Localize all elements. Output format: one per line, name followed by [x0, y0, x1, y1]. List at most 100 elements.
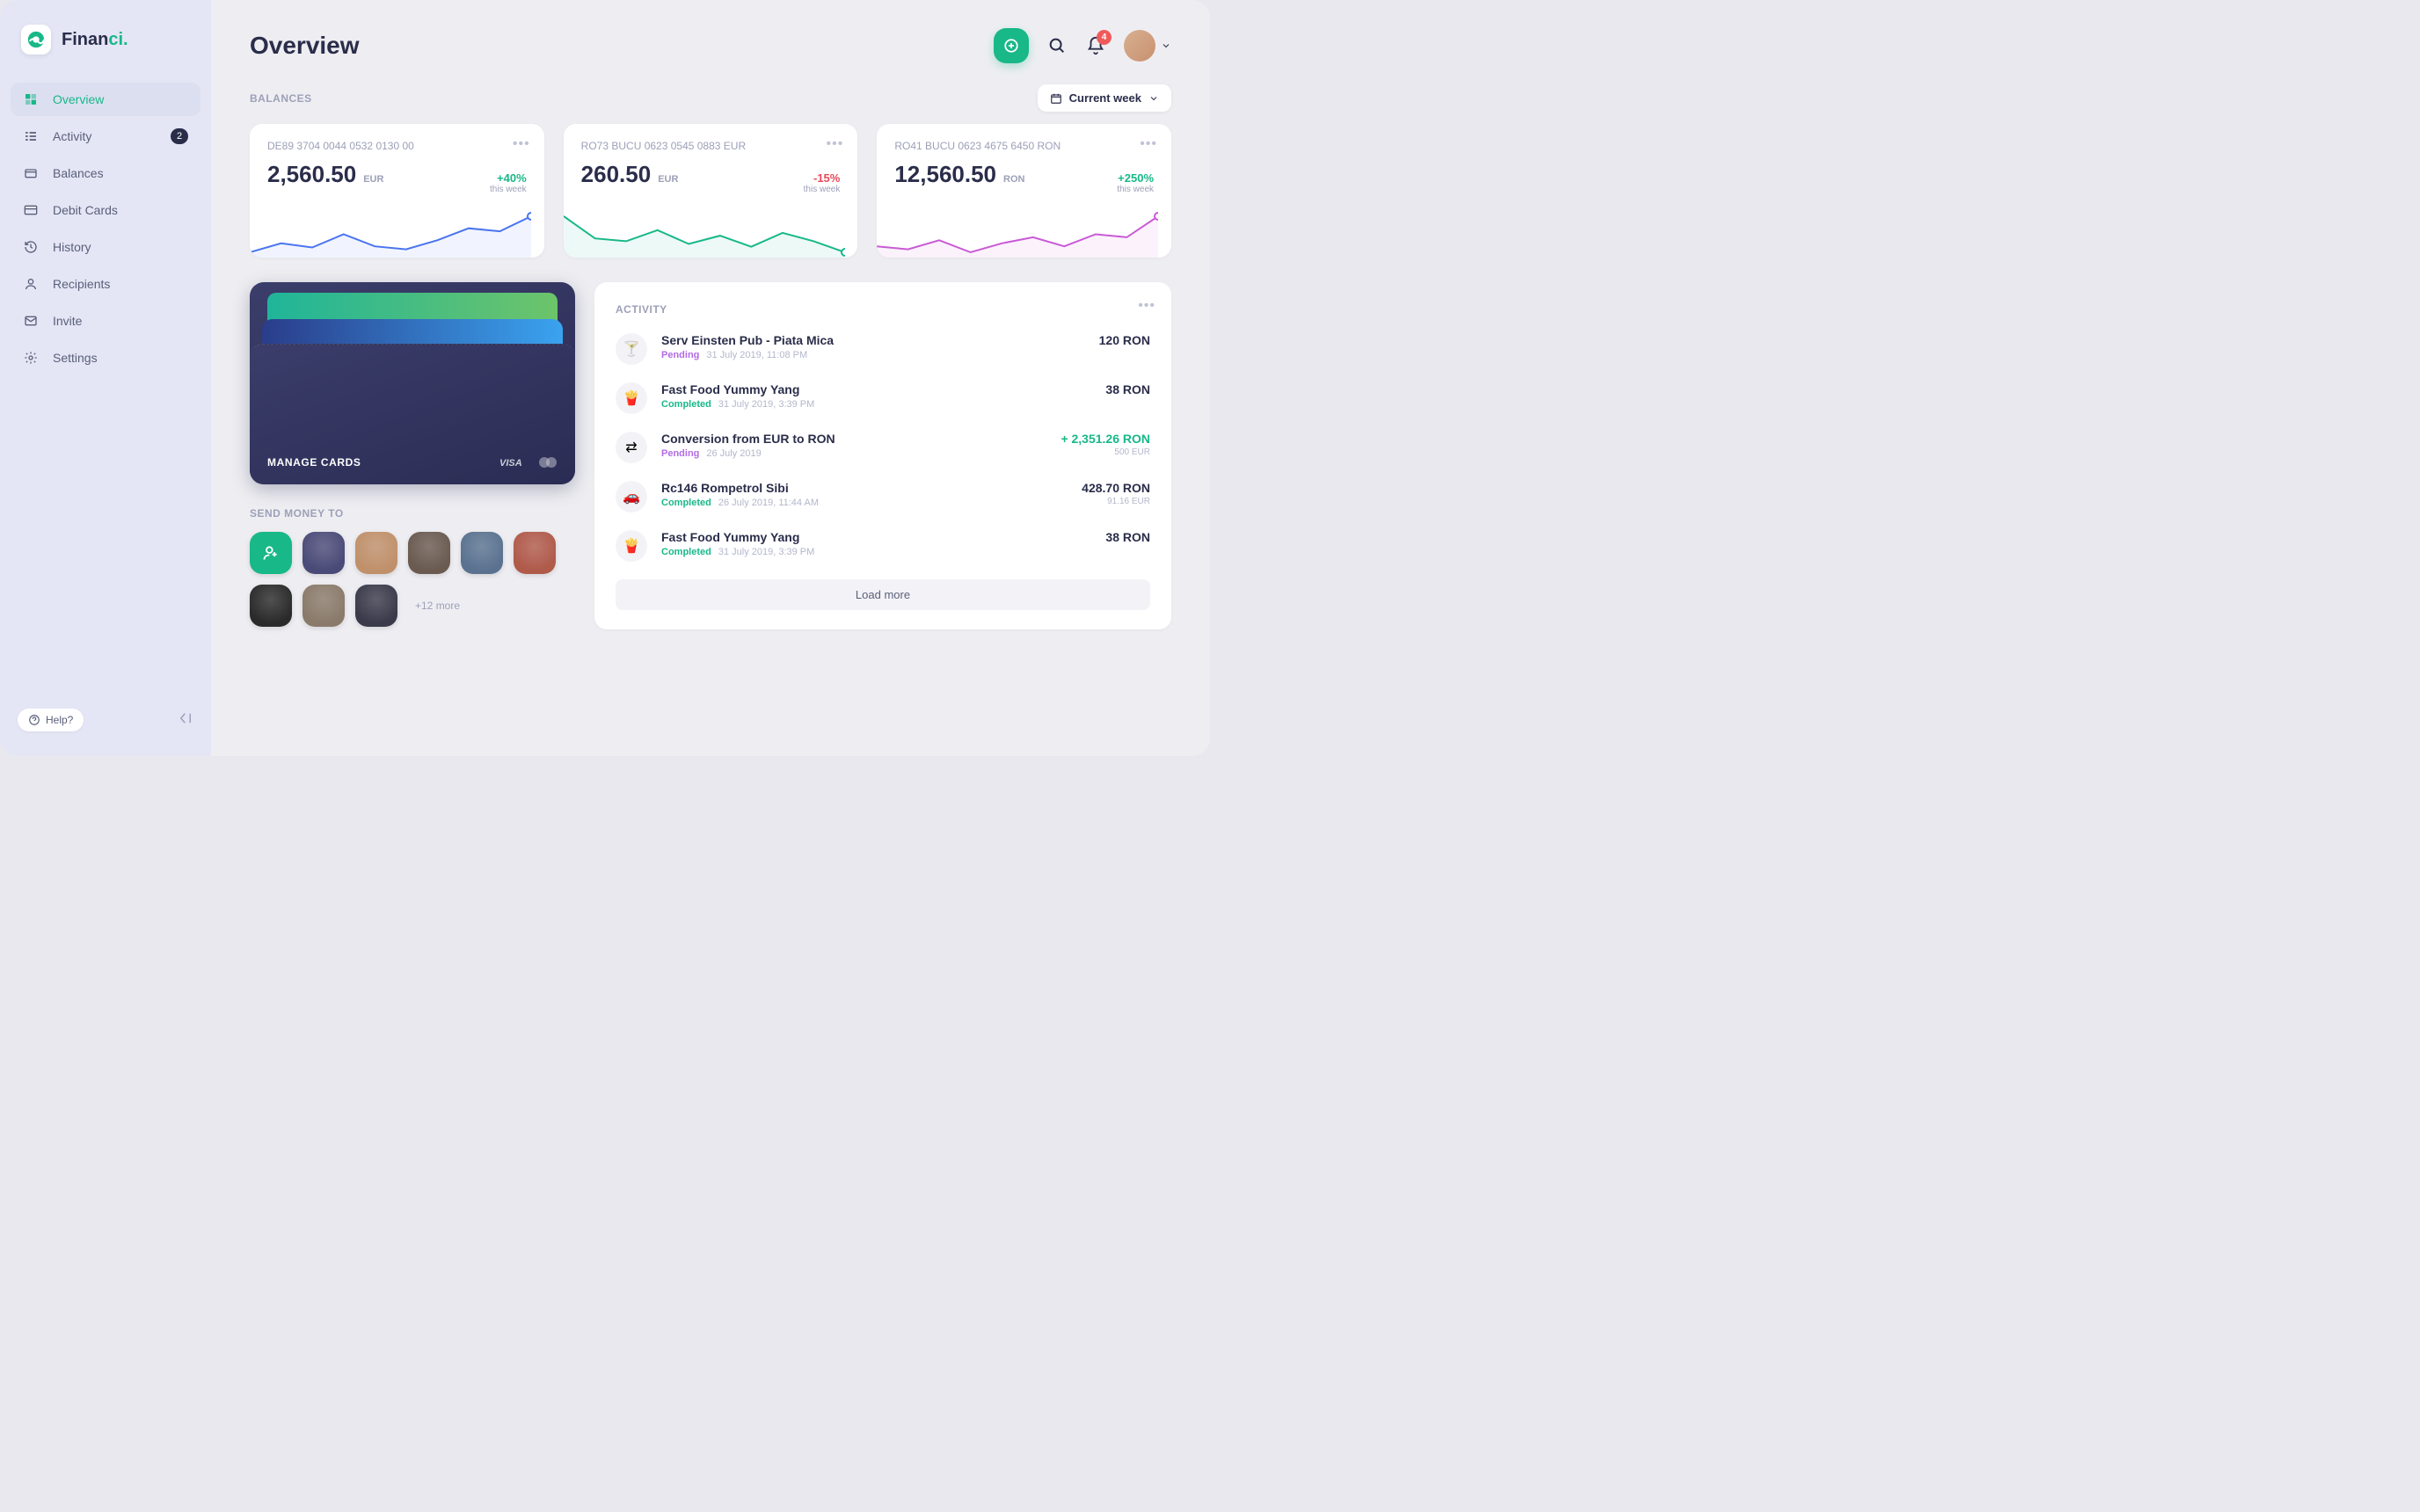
nav-label: Invite	[53, 314, 82, 328]
recipients-grid: +12 more	[250, 532, 575, 627]
users-icon	[23, 276, 39, 292]
activity-status: Pending	[661, 350, 699, 360]
activity-row[interactable]: 🍸 Serv Einsten Pub - Piata Mica Pending 31 …	[616, 333, 1150, 365]
activity-list: 🍸 Serv Einsten Pub - Piata Mica Pending 31 …	[616, 333, 1150, 562]
activity-row[interactable]: 🍟 Fast Food Yummy Yang Completed 31 July 20…	[616, 382, 1150, 414]
activity-name: Conversion from EUR to RON	[661, 432, 1046, 446]
balance-card[interactable]: •••RO41 BUCU 0623 4675 6450 RON12,560.50…	[877, 124, 1171, 258]
balance-currency: RON	[1003, 174, 1024, 185]
activity-sub-amount: 500 EUR	[1061, 447, 1150, 457]
nav-label: Activity	[53, 129, 91, 143]
logo-icon	[21, 25, 51, 55]
grid-icon	[23, 91, 39, 107]
recipient-avatar[interactable]	[302, 532, 345, 574]
recipient-avatar[interactable]	[461, 532, 503, 574]
recipient-avatar[interactable]	[355, 585, 397, 627]
recipient-avatar[interactable]	[355, 532, 397, 574]
balance-menu-button[interactable]: •••	[1140, 136, 1157, 152]
activity-icon: 🍟	[616, 382, 647, 414]
history-icon	[23, 239, 39, 255]
recipient-avatar[interactable]	[514, 532, 556, 574]
balance-amount: 12,560.50	[894, 161, 996, 187]
chevron-down-icon	[1161, 40, 1171, 51]
activity-row[interactable]: 🚗Rc146 Rompetrol SibiCompleted26 July 20…	[616, 481, 1150, 512]
activity-icon: 🍟	[616, 530, 647, 562]
sidebar-item-activity[interactable]: Activity 2	[11, 120, 200, 153]
activity-amount: 38 RON	[1105, 382, 1150, 396]
activity-name: Serv Einsten Pub - Piata Mica	[661, 333, 1085, 347]
activity-row[interactable]: ⇄Conversion from EUR to RONPending26 Jul…	[616, 432, 1150, 463]
sidebar-item-recipients[interactable]: Recipients	[11, 267, 200, 301]
sidebar-item-balances[interactable]: Balances	[11, 156, 200, 190]
activity-icon: ⇄	[616, 432, 647, 463]
activity-amount: 38 RON	[1105, 530, 1150, 544]
balance-period: this week	[1117, 185, 1154, 194]
collapse-sidebar-button[interactable]	[178, 710, 193, 731]
account-number: RO73 BUCU 0623 0545 0883 EUR	[581, 140, 841, 152]
activity-row[interactable]: 🍟Fast Food Yummy YangCompleted31 July 20…	[616, 530, 1150, 562]
balance-card[interactable]: •••DE89 3704 0044 0532 0130 002,560.50EU…	[250, 124, 544, 258]
nav-label: History	[53, 240, 91, 254]
wallet-icon	[23, 165, 39, 181]
chevron-down-icon	[1148, 93, 1159, 104]
user-menu[interactable]	[1124, 30, 1171, 62]
help-button[interactable]: Help?	[18, 709, 84, 731]
nav-badge: 2	[171, 128, 188, 144]
manage-cards-button[interactable]: MANAGE CARDS VISA	[250, 282, 575, 484]
gear-icon	[23, 350, 39, 366]
activity-status: Completed	[661, 547, 711, 557]
activity-amount: 428.70 RON	[1082, 481, 1150, 495]
nav: Overview Activity 2 Balances Debit Cards Hist…	[0, 83, 211, 374]
balance-menu-button[interactable]: •••	[513, 136, 530, 152]
search-button[interactable]	[1046, 35, 1068, 56]
notification-badge: 4	[1097, 30, 1112, 45]
add-button[interactable]	[994, 28, 1029, 63]
balance-change: -15%	[804, 171, 841, 185]
balances-label: BALANCES	[250, 92, 312, 105]
notifications-button[interactable]: 4	[1085, 35, 1106, 56]
activity-amount: + 2,351.26 RON	[1061, 432, 1150, 446]
activity-status: Completed	[661, 399, 711, 410]
more-recipients-label: +12 more	[408, 585, 467, 627]
recipient-avatar[interactable]	[408, 532, 450, 574]
svg-text:VISA: VISA	[499, 458, 522, 468]
add-recipient-button[interactable]	[250, 532, 292, 574]
activity-date: 26 July 2019, 11:44 AM	[718, 498, 819, 508]
logo[interactable]: Financi.	[0, 25, 211, 76]
activity-sub-amount: 91.16 EUR	[1082, 497, 1150, 506]
sidebar-item-invite[interactable]: Invite	[11, 304, 200, 338]
activity-icon: 🚗	[616, 481, 647, 512]
nav-label: Balances	[53, 166, 104, 180]
sidebar: Financi. Overview Activity 2 Balances Debit …	[0, 0, 211, 756]
activity-name: Rc146 Rompetrol Sibi	[661, 481, 1068, 495]
balance-amount: 2,560.50	[267, 161, 356, 187]
balance-change: +40%	[490, 171, 527, 185]
balance-period: this week	[804, 185, 841, 194]
recipient-avatar[interactable]	[302, 585, 345, 627]
brand-name: Financi.	[62, 30, 128, 50]
period-selector[interactable]: Current week	[1038, 84, 1171, 112]
sidebar-item-settings[interactable]: Settings	[11, 341, 200, 374]
sidebar-item-history[interactable]: History	[11, 230, 200, 264]
activity-date: 31 July 2019, 3:39 PM	[718, 547, 814, 557]
card-icon	[23, 202, 39, 218]
activity-amount: 120 RON	[1099, 333, 1150, 347]
calendar-icon	[1050, 92, 1062, 105]
load-more-button[interactable]: Load more	[616, 579, 1150, 610]
activity-icon: 🍸	[616, 333, 647, 365]
activity-date: 31 July 2019, 11:08 PM	[706, 350, 807, 360]
main: Overview 4 BALANCES	[211, 0, 1210, 756]
sidebar-item-overview[interactable]: Overview	[11, 83, 200, 116]
recipient-avatar[interactable]	[250, 585, 292, 627]
balance-card[interactable]: •••RO73 BUCU 0623 0545 0883 EUR260.50EUR…	[564, 124, 858, 258]
balance-menu-button[interactable]: •••	[827, 136, 844, 152]
activity-date: 26 July 2019	[706, 448, 761, 459]
sidebar-item-debit-cards[interactable]: Debit Cards	[11, 193, 200, 227]
nav-label: Debit Cards	[53, 203, 118, 217]
send-money-section: SEND MONEY TO +12 more	[250, 507, 575, 627]
card-logos: VISA	[499, 456, 558, 469]
activity-label: ACTIVITY	[616, 303, 667, 316]
activity-menu-button[interactable]: •••	[1138, 298, 1155, 314]
activity-date: 31 July 2019, 3:39 PM	[718, 399, 814, 410]
activity-name: Fast Food Yummy Yang	[661, 382, 1091, 396]
